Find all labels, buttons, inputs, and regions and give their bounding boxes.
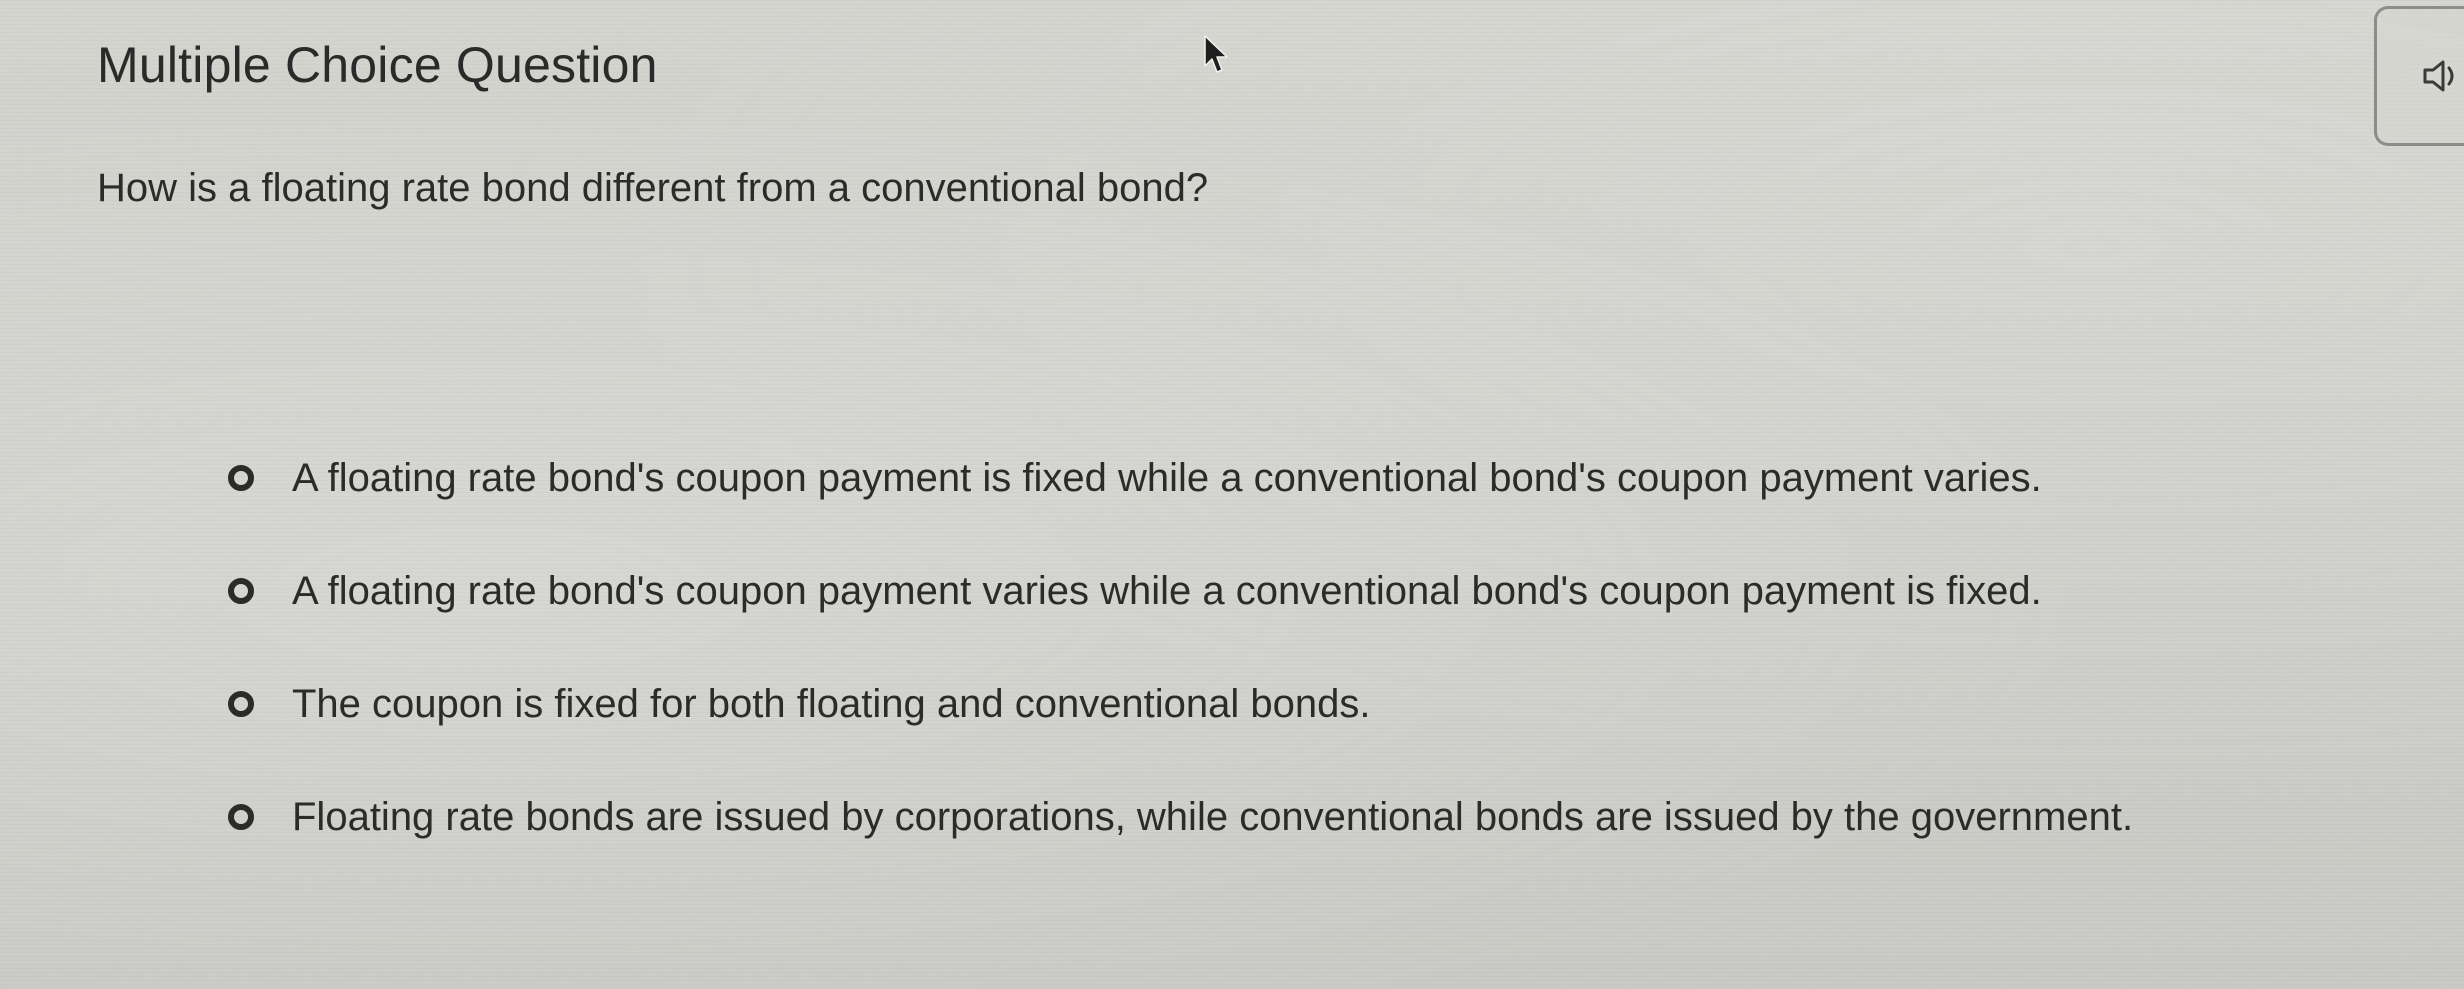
choice-label: A floating rate bond's coupon payment is… bbox=[292, 455, 2042, 500]
read-aloud-button[interactable] bbox=[2374, 6, 2464, 146]
choice-label: Floating rate bonds are issued by corpor… bbox=[292, 794, 2134, 839]
radio-button[interactable] bbox=[228, 691, 254, 717]
answer-choice[interactable]: The coupon is fixed for both floating an… bbox=[228, 676, 2133, 732]
radio-button[interactable] bbox=[228, 804, 254, 830]
speaker-icon bbox=[2423, 60, 2454, 92]
answer-choice[interactable]: Floating rate bonds are issued by corpor… bbox=[228, 789, 2133, 845]
answer-choice[interactable]: A floating rate bond's coupon payment va… bbox=[228, 563, 2133, 619]
radio-button[interactable] bbox=[228, 578, 254, 604]
answer-choice[interactable]: A floating rate bond's coupon payment is… bbox=[228, 450, 2133, 506]
radio-button[interactable] bbox=[228, 465, 254, 491]
question-title: Multiple Choice Question bbox=[97, 37, 658, 93]
answer-choices: A floating rate bond's coupon payment is… bbox=[228, 450, 2133, 902]
choice-label: A floating rate bond's coupon payment va… bbox=[292, 568, 2042, 613]
mouse-pointer-icon bbox=[1204, 35, 1228, 73]
choice-label: The coupon is fixed for both floating an… bbox=[292, 681, 1371, 726]
question-prompt: How is a floating rate bond different fr… bbox=[97, 166, 1209, 210]
